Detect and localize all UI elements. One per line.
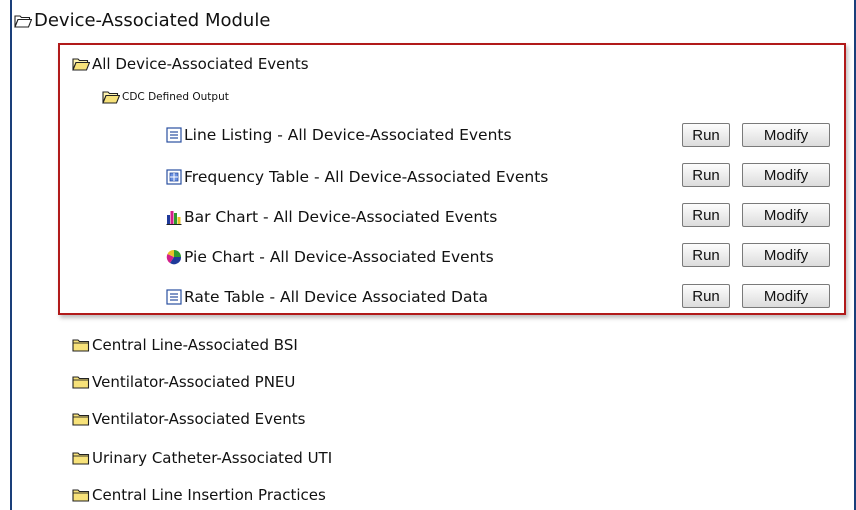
closed-folder-icon bbox=[72, 376, 90, 389]
bar-chart-icon bbox=[166, 211, 182, 225]
tree-node-label: Ventilator-Associated Events bbox=[92, 410, 306, 428]
run-button[interactable]: Run bbox=[682, 243, 730, 267]
run-button[interactable]: Run bbox=[682, 163, 730, 187]
tree-node-central-line-associated-bsi[interactable]: Central Line-Associated BSI bbox=[72, 336, 298, 354]
rate-table-icon bbox=[166, 289, 182, 305]
closed-folder-icon bbox=[72, 489, 90, 502]
run-button[interactable]: Run bbox=[682, 203, 730, 227]
report-row-frequency-table[interactable]: Frequency Table - All Device-Associated … bbox=[166, 168, 548, 186]
tree-node-label: Urinary Catheter-Associated UTI bbox=[92, 449, 333, 467]
report-row-pie-chart[interactable]: Pie Chart - All Device-Associated Events bbox=[166, 248, 494, 266]
run-button[interactable]: Run bbox=[682, 123, 730, 147]
report-label: Frequency Table - All Device-Associated … bbox=[184, 168, 549, 186]
tree-node-all-device-associated-events[interactable]: All Device-Associated Events bbox=[72, 55, 309, 73]
modify-button[interactable]: Modify bbox=[742, 243, 830, 267]
tree-node-urinary-catheter-associated-uti[interactable]: Urinary Catheter-Associated UTI bbox=[72, 449, 332, 467]
open-folder-icon bbox=[14, 14, 32, 28]
frequency-table-icon bbox=[166, 169, 182, 185]
run-button[interactable]: Run bbox=[682, 284, 730, 308]
tree-node-ventilator-associated-pneu[interactable]: Ventilator-Associated PNEU bbox=[72, 373, 295, 391]
modify-button[interactable]: Modify bbox=[742, 123, 830, 147]
closed-folder-icon bbox=[72, 413, 90, 426]
report-row-bar-chart[interactable]: Bar Chart - All Device-Associated Events bbox=[166, 208, 497, 226]
tree-node-label: All Device-Associated Events bbox=[92, 55, 309, 73]
closed-folder-icon bbox=[72, 452, 90, 465]
tree-node-ventilator-associated-events[interactable]: Ventilator-Associated Events bbox=[72, 410, 305, 428]
report-label: Pie Chart - All Device-Associated Events bbox=[184, 248, 494, 266]
pie-chart-icon bbox=[166, 249, 182, 265]
report-row-rate-table[interactable]: Rate Table - All Device Associated Data bbox=[166, 288, 488, 306]
tree-node-label: Device-Associated Module bbox=[34, 10, 271, 31]
modify-button[interactable]: Modify bbox=[742, 284, 830, 308]
report-label: Bar Chart - All Device-Associated Events bbox=[184, 208, 498, 226]
tree-node-device-associated-module[interactable]: Device-Associated Module bbox=[14, 10, 270, 31]
report-label: Rate Table - All Device Associated Data bbox=[184, 288, 489, 306]
closed-folder-icon bbox=[72, 339, 90, 352]
tree-node-central-line-insertion-practices[interactable]: Central Line Insertion Practices bbox=[72, 486, 326, 504]
tree-node-cdc-defined-output[interactable]: CDC Defined Output bbox=[102, 90, 229, 104]
modify-button[interactable]: Modify bbox=[742, 203, 830, 227]
line-listing-icon bbox=[166, 127, 182, 143]
modify-button[interactable]: Modify bbox=[742, 163, 830, 187]
report-row-line-listing[interactable]: Line Listing - All Device-Associated Eve… bbox=[166, 126, 512, 144]
report-label: Line Listing - All Device-Associated Eve… bbox=[184, 126, 512, 144]
open-folder-icon bbox=[72, 58, 90, 71]
tree-node-label: CDC Defined Output bbox=[122, 91, 229, 103]
tree-node-label: Central Line-Associated BSI bbox=[92, 336, 298, 354]
tree-node-label: Central Line Insertion Practices bbox=[92, 486, 326, 504]
tree-node-label: Ventilator-Associated PNEU bbox=[92, 373, 296, 391]
open-folder-icon bbox=[102, 91, 120, 104]
